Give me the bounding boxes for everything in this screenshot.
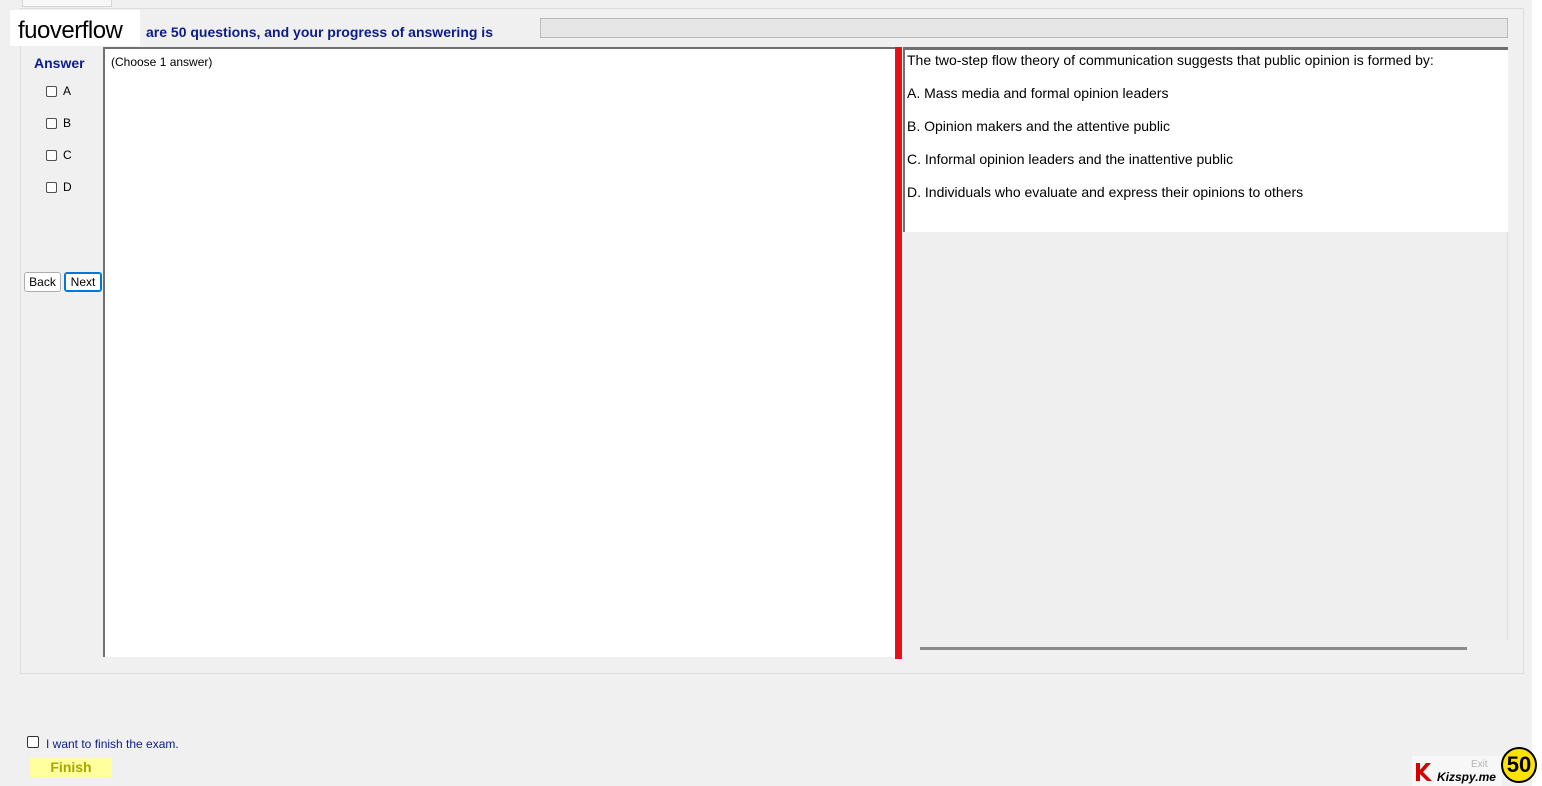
progress-bar (540, 18, 1508, 38)
logo: fuoverflow (18, 17, 123, 44)
question-choice-d: D. Individuals who evaluate and express … (907, 184, 1304, 200)
answer-heading: Answer (34, 55, 85, 71)
option-label-b: B (63, 116, 72, 130)
finish-button[interactable]: Finish (30, 757, 112, 777)
option-label-d: D (63, 180, 72, 194)
kizspy-k-icon (1416, 763, 1432, 781)
scrollbar-thumb[interactable] (920, 647, 1467, 650)
question-choice-c: C. Informal opinion leaders and the inat… (907, 151, 1234, 167)
brand-name: Kizspy.me (1437, 770, 1496, 784)
question-choice-a: A. Mass media and formal opinion leaders (907, 85, 1169, 101)
finish-checkbox-label[interactable]: I want to finish the exam. (46, 737, 179, 751)
question-choice-b: B. Opinion makers and the attentive publ… (907, 118, 1171, 134)
finish-checkbox[interactable] (27, 736, 39, 748)
question-panel (903, 47, 1508, 232)
checkbox-c[interactable] (46, 149, 57, 161)
answer-option-c[interactable]: C (46, 148, 72, 162)
panel-splitter[interactable] (895, 47, 902, 659)
option-label-a: A (63, 84, 72, 98)
instruction-text: (Choose 1 answer) (111, 55, 213, 69)
checkbox-a[interactable] (46, 85, 57, 97)
progress-text: are 50 questions, and your progress of a… (146, 24, 493, 40)
question-count-badge: 50 (1501, 747, 1537, 783)
answer-area-panel (103, 47, 895, 657)
answer-option-a[interactable]: A (46, 84, 71, 98)
checkbox-b[interactable] (46, 117, 57, 129)
answer-option-b[interactable]: B (46, 116, 71, 130)
checkbox-d[interactable] (46, 181, 57, 193)
option-label-c: C (63, 148, 72, 162)
next-button[interactable]: Next (64, 272, 102, 292)
window-tab[interactable] (22, 0, 112, 7)
answer-option-d[interactable]: D (46, 180, 72, 194)
question-stem: The two-step flow theory of communicatio… (907, 52, 1434, 68)
back-button[interactable]: Back (24, 272, 61, 292)
window-edge (1532, 0, 1542, 786)
question-image-area (903, 232, 1508, 658)
exit-button[interactable]: Exit (1471, 759, 1488, 770)
